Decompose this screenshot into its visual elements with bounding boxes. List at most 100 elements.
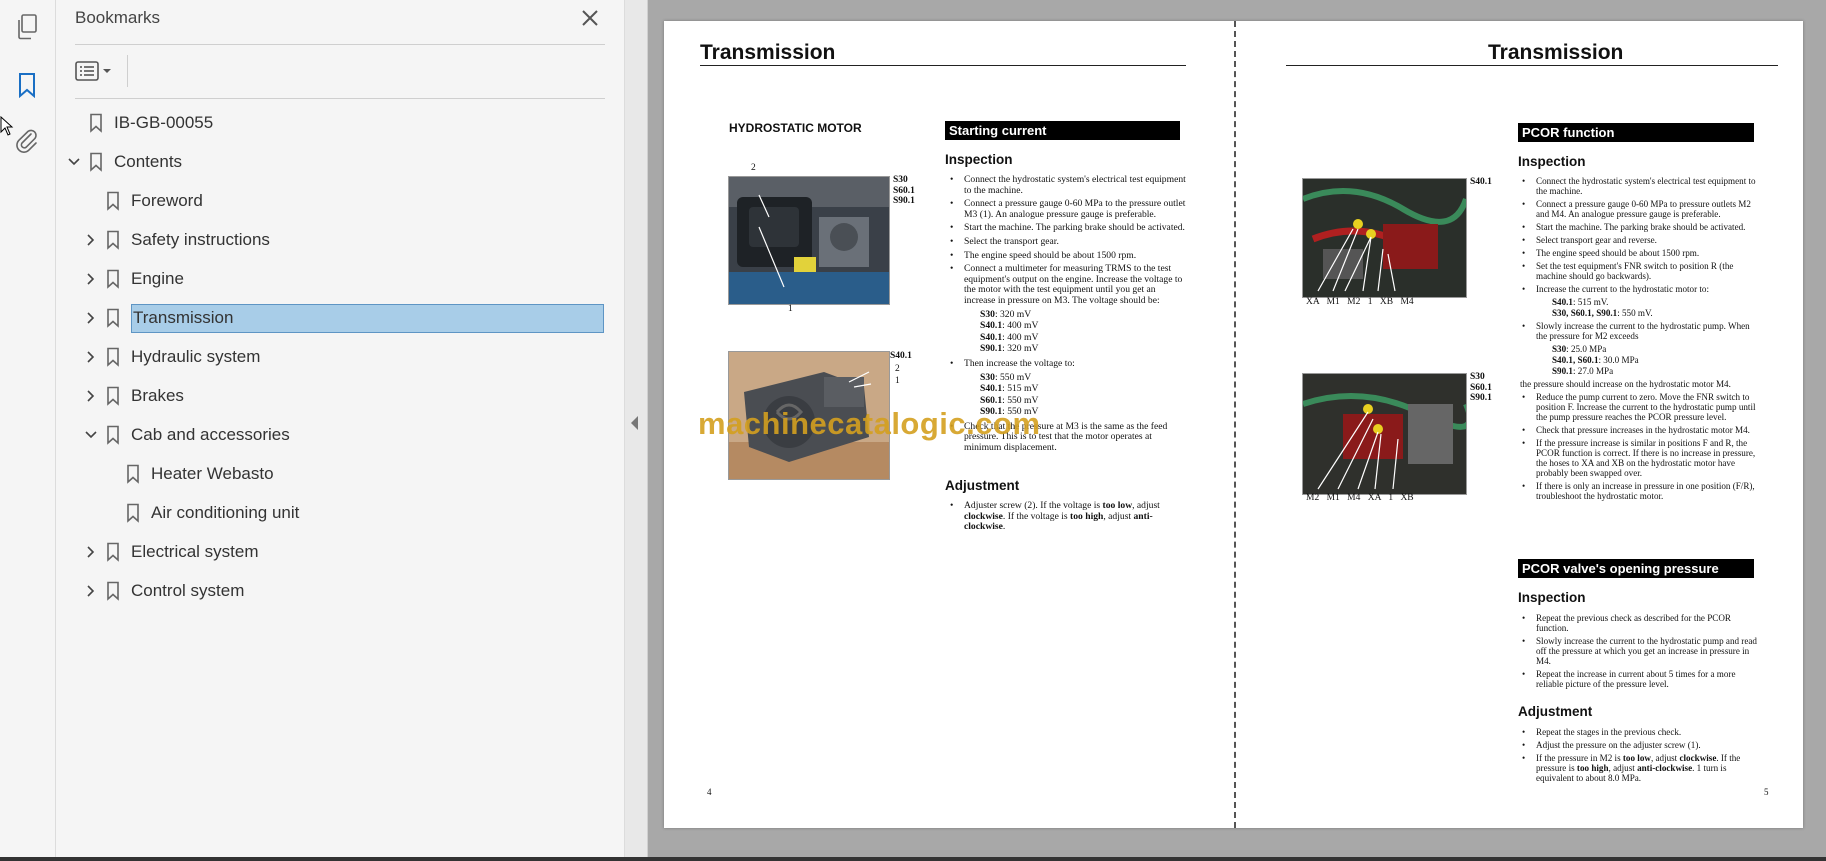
bookmark-label: Control system	[131, 581, 245, 600]
voltage-value: : 550 mV	[1002, 394, 1039, 406]
bookmark-item-control-system[interactable]: Control system	[83, 574, 244, 608]
chevron-right-icon[interactable]	[83, 232, 99, 248]
chevron-right-icon[interactable]	[83, 388, 99, 404]
bookmark-item-contents[interactable]: Contents	[66, 145, 182, 179]
voltage-value: : 400 mV	[1002, 320, 1039, 332]
pcor-inspection-list: Connect the hydrostatic system's electri…	[1520, 176, 1760, 504]
bookmark-item-brakes[interactable]: Brakes	[83, 379, 184, 413]
inspection-heading: Inspection	[1518, 590, 1586, 605]
model-code: S40.1	[980, 383, 1003, 395]
pressure-note: the pressure should increase on the hydr…	[1520, 379, 1731, 389]
list-item: Select transport gear and reverse.	[1520, 235, 1760, 245]
pressure-item: S90.1: 27.0 MPa	[1552, 366, 1614, 376]
voltage-value: : 550 mV	[994, 371, 1032, 383]
current-item: S30, S60.1, S90.1: 550 mV.	[1552, 308, 1653, 318]
pressure-item: S30: 25.0 MPa	[1552, 344, 1607, 354]
opening-inspection-list: Repeat the previous check as described f…	[1520, 613, 1760, 692]
page-number: 5	[1764, 787, 1769, 797]
close-icon[interactable]	[578, 6, 602, 30]
list-item: Slowly increase the current to the hydro…	[1520, 636, 1760, 666]
bookmark-label: Cab and accessories	[131, 425, 290, 444]
bookmark-item-transmission[interactable]: Transmission	[83, 301, 604, 335]
voltage-item: S30: 550 mV	[948, 371, 1188, 384]
voltage-value: : 400 mV	[1002, 331, 1039, 343]
list-item: Reduce the pump current to zero. Move th…	[1520, 392, 1760, 422]
chevron-right-icon[interactable]	[83, 271, 99, 287]
model-code: S60.1	[980, 394, 1003, 406]
bookmark-item-ib-gb-00055[interactable]: IB-GB-00055	[66, 106, 213, 140]
photo-labels: XA M1 M2 1 XB M4	[1306, 297, 1414, 307]
list-item: Connect the hydrostatic system's electri…	[1520, 176, 1760, 196]
page-fold-line	[1234, 21, 1236, 828]
bookmark-icon	[125, 502, 141, 524]
navigation-rail	[0, 0, 56, 861]
bookmark-icon	[88, 151, 104, 173]
voltage-value: : 320 mV	[994, 308, 1032, 320]
bookmark-item-safety-instructions[interactable]: Safety instructions	[83, 223, 270, 257]
bookmark-icon	[105, 424, 121, 446]
bookmark-label: Air conditioning unit	[151, 503, 300, 522]
bottom-edge	[0, 857, 1826, 861]
page-number: 4	[707, 787, 712, 797]
list-item: Then increase the voltage to:	[948, 358, 1188, 370]
pages-icon[interactable]	[12, 12, 42, 42]
bookmark-item-hydraulic-system[interactable]: Hydraulic system	[83, 340, 260, 374]
model-labels: S30 S60.1 S90.1	[1470, 372, 1492, 404]
list-item: Connect the hydrostatic system's electri…	[948, 174, 1188, 196]
model-code: S90.1	[980, 343, 1003, 355]
voltage-item: S90.1: 320 mV	[948, 344, 1188, 355]
model-label: S60.1	[893, 185, 915, 196]
bookmark-icon	[105, 229, 121, 251]
bookmark-label: Engine	[131, 269, 184, 288]
bookmark-label: Brakes	[131, 386, 184, 405]
bookmark-item-air-conditioning-unit[interactable]: Air conditioning unit	[103, 496, 299, 530]
mouse-cursor-icon	[0, 116, 14, 136]
chevron-right-icon[interactable]	[83, 583, 99, 599]
list-item: Start the machine. The parking brake sho…	[1520, 222, 1760, 232]
model-code: S40.1	[980, 331, 1003, 343]
list-item: The engine speed should be about 1500 rp…	[948, 250, 1188, 262]
bookmark-icon[interactable]	[12, 70, 42, 100]
bookmark-label: Contents	[114, 152, 183, 171]
chevron-down-icon[interactable]	[66, 154, 82, 170]
photo-label: 1	[788, 304, 793, 314]
bookmark-icon	[88, 112, 104, 134]
document-viewer[interactable]: Transmission HYDROSTATIC MOTOR 2 S30 S60…	[648, 0, 1826, 861]
panel-title: Bookmarks	[75, 8, 161, 27]
voltage-value: : 320 mV	[1002, 343, 1039, 355]
model-code: S30	[980, 308, 995, 320]
list-item: Increase the current to the hydrostatic …	[1520, 284, 1760, 294]
bookmark-options-button[interactable]	[75, 58, 119, 84]
bookmark-icon	[105, 385, 121, 407]
chevron-right-icon[interactable]	[83, 310, 99, 326]
list-item: Repeat the stages in the previous check.	[1520, 727, 1760, 737]
chevron-down-icon[interactable]	[83, 427, 99, 443]
pcor-photo-2	[1302, 373, 1467, 495]
bookmark-item-engine[interactable]: Engine	[83, 262, 184, 296]
chevron-right-icon[interactable]	[83, 544, 99, 560]
panel-collapse-handle[interactable]	[625, 0, 648, 861]
paperclip-icon[interactable]	[12, 126, 42, 156]
bookmark-item-cab-and-accessories[interactable]: Cab and accessories	[83, 418, 290, 452]
right-page-header: Transmission	[1488, 41, 1624, 64]
bookmark-item-heater-webasto[interactable]: Heater Webasto	[103, 457, 274, 491]
bookmark-item-electrical-system[interactable]: Electrical system	[83, 535, 259, 569]
chevron-right-icon[interactable]	[83, 349, 99, 365]
right-header-rule	[1286, 65, 1778, 66]
bookmark-item-foreword[interactable]: Foreword	[83, 184, 203, 218]
model-code: S30	[980, 371, 995, 383]
bookmark-label: Electrical system	[131, 542, 259, 561]
model-code: S40.1	[980, 320, 1003, 332]
list-item: If the pressure in M2 is too low, adjust…	[1520, 753, 1760, 783]
voltage-item: S40.1: 515 mV	[948, 383, 1188, 395]
bookmark-icon	[105, 346, 121, 368]
bookmark-label: Transmission	[131, 303, 604, 333]
model-label: S30	[893, 175, 908, 185]
list-item: Connect a pressure gauge 0-60 MPa to the…	[948, 198, 1188, 220]
figure-title: HYDROSTATIC MOTOR	[729, 121, 862, 135]
list-item: Connect a multimeter for measuring TRMS …	[948, 263, 1188, 306]
watermark: machinecatalogic.com	[698, 406, 1041, 441]
